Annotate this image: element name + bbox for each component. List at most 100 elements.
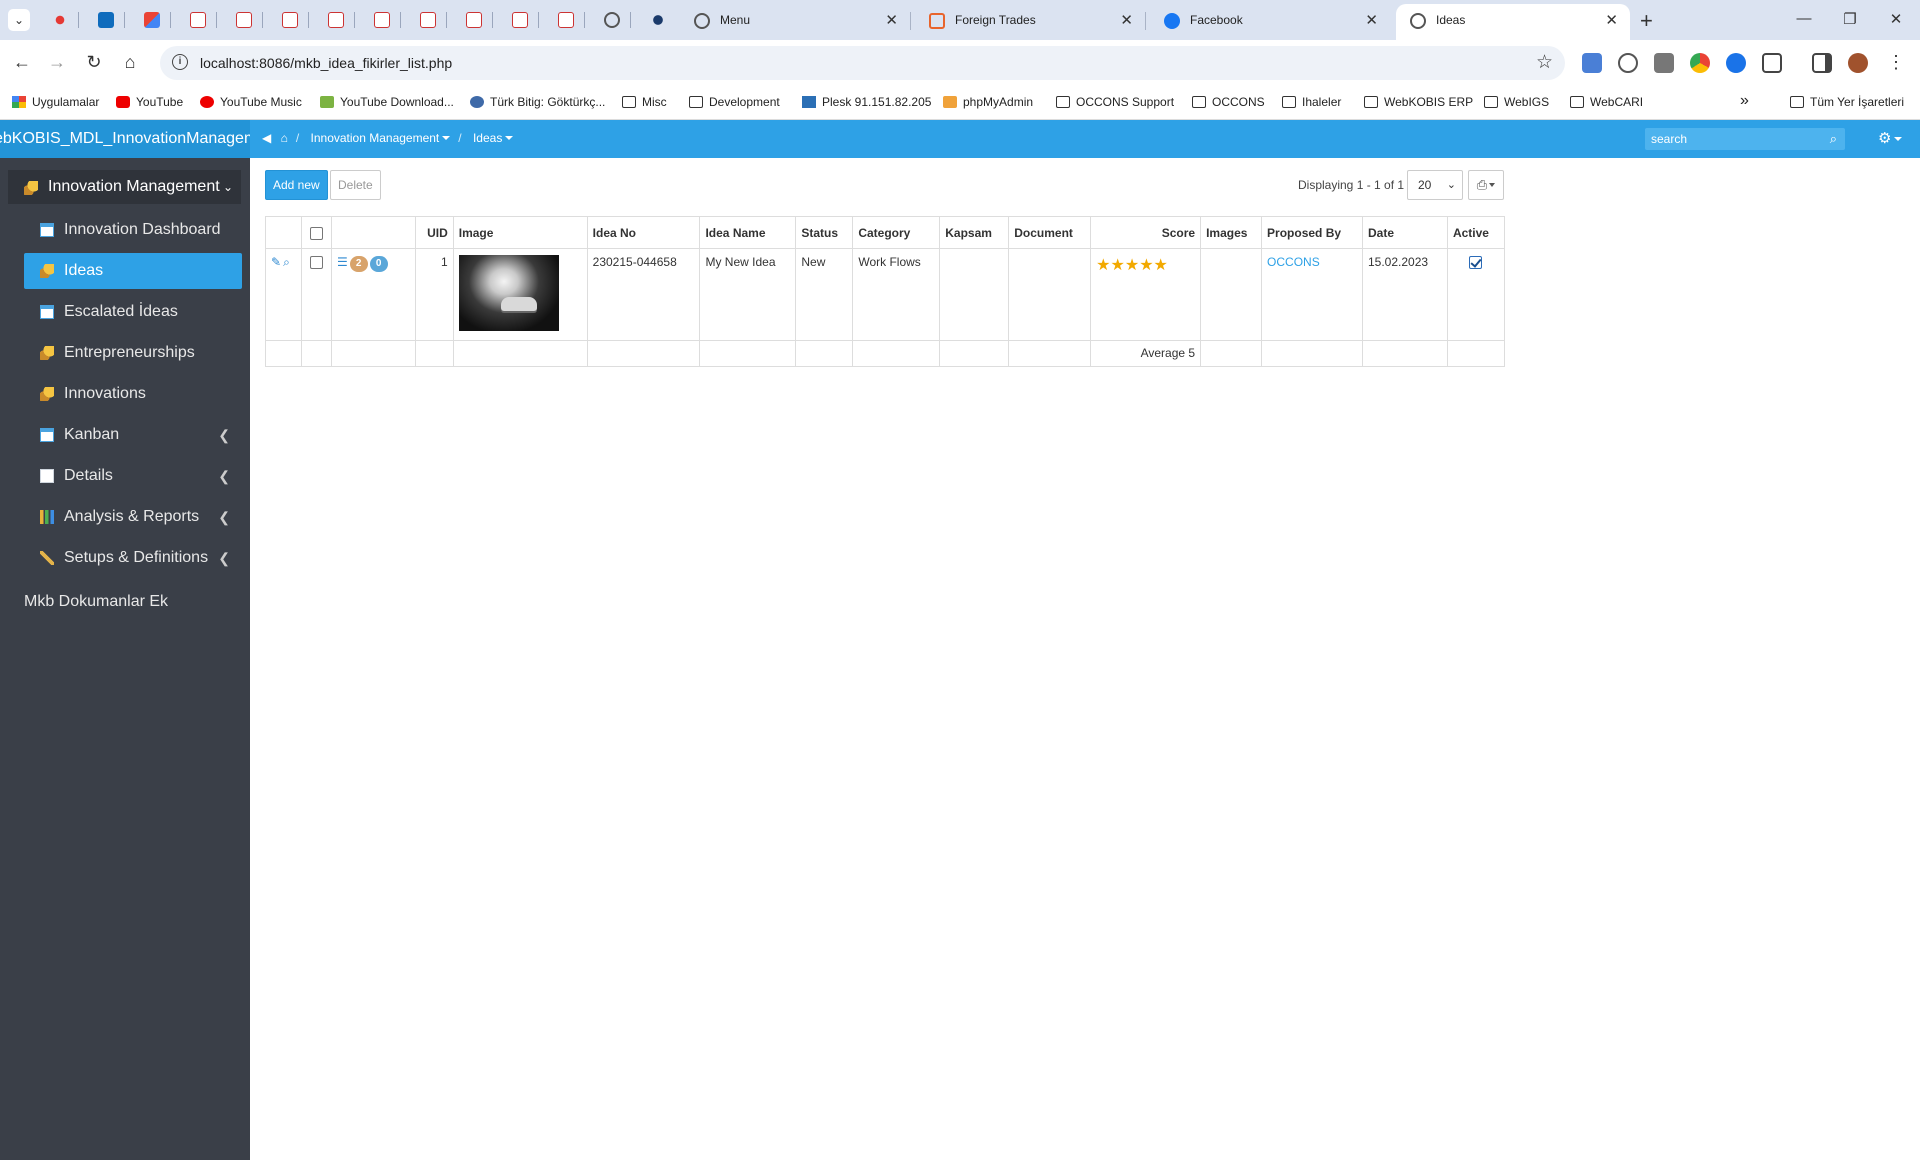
tab-menu[interactable]: Menu ✕ bbox=[680, 0, 911, 40]
pinned-tab[interactable] bbox=[602, 10, 631, 30]
recycle-icon[interactable] bbox=[1618, 53, 1638, 73]
pinned-tab[interactable] bbox=[326, 10, 355, 30]
puzzle-icon[interactable] bbox=[1762, 53, 1782, 73]
tab-facebook[interactable]: Facebook ✕ bbox=[1150, 0, 1390, 40]
sidebar-item-innovation-dashboard[interactable]: Innovation Dashboard bbox=[24, 212, 242, 248]
detail-count-badge[interactable]: 2 bbox=[349, 256, 368, 272]
sidebar-item-mkb-dokumanlar-ek[interactable]: Mkb Dokumanlar Ek bbox=[24, 593, 168, 611]
pinned-tab[interactable] bbox=[418, 10, 447, 30]
close-tab-icon[interactable]: ✕ bbox=[1605, 11, 1618, 29]
column-header-uid[interactable]: UID bbox=[414, 216, 454, 249]
column-header-document[interactable]: Document bbox=[1008, 216, 1092, 249]
address-bar[interactable]: i localhost:8086/mkb_idea_fikirler_list.… bbox=[160, 46, 1565, 80]
reload-icon[interactable]: ↻ bbox=[82, 50, 106, 74]
close-tab-icon[interactable]: ✕ bbox=[885, 11, 898, 29]
link-icon[interactable] bbox=[1726, 53, 1746, 73]
column-header-score[interactable]: Score bbox=[1090, 216, 1202, 249]
app-brand[interactable]: ebKOBIS_MDL_InnovationManagement bbox=[0, 120, 250, 158]
bookmark-item[interactable]: phpMyAdmin bbox=[943, 95, 1033, 109]
bookmark-item[interactable]: Uygulamalar bbox=[12, 95, 99, 109]
tab-search-chevron-icon[interactable]: ⌄ bbox=[8, 9, 30, 31]
sidebar-item-innovations[interactable]: Innovations bbox=[24, 376, 242, 412]
column-header-image[interactable]: Image bbox=[452, 216, 588, 249]
pinned-tab[interactable] bbox=[556, 10, 585, 30]
home-icon[interactable]: ⌂ bbox=[281, 131, 288, 145]
settings-gear-icon[interactable]: ⚙ bbox=[1878, 129, 1903, 147]
pinned-tab[interactable] bbox=[188, 10, 217, 30]
more-menu-icon[interactable]: ⋮ bbox=[1884, 50, 1908, 74]
bookmark-folder[interactable]: Misc bbox=[622, 95, 667, 109]
collapse-sidebar-icon[interactable]: ◀ bbox=[262, 131, 271, 145]
column-header-date[interactable]: Date bbox=[1361, 216, 1448, 249]
close-tab-icon[interactable]: ✕ bbox=[1120, 11, 1133, 29]
bookmark-folder[interactable]: OCCONS bbox=[1192, 95, 1265, 109]
page-size-select[interactable]: 20 ⌄ bbox=[1407, 170, 1463, 200]
column-header-idea-name[interactable]: Idea Name bbox=[699, 216, 797, 249]
sidebar-item-details[interactable]: Details ❮ bbox=[24, 458, 242, 494]
breadcrumb-module[interactable]: Innovation Management bbox=[311, 131, 451, 145]
bookmark-folder[interactable]: OCCONS Support bbox=[1056, 95, 1174, 109]
all-bookmarks-folder[interactable]: Tüm Yer İşaretleri bbox=[1790, 95, 1904, 109]
bookmark-item[interactable]: Plesk 91.151.82.205 bbox=[802, 95, 931, 109]
pinned-tab[interactable] bbox=[510, 10, 539, 30]
bookmark-item[interactable]: YouTube bbox=[116, 95, 183, 109]
sidebar-item-analysis-reports[interactable]: Analysis & Reports ❮ bbox=[24, 499, 242, 535]
list-icon[interactable]: ☰ bbox=[337, 255, 348, 269]
pinned-tab[interactable] bbox=[234, 10, 263, 30]
bookmark-item[interactable]: Türk Bitig: Göktürkç... bbox=[470, 95, 605, 109]
bookmark-item[interactable]: YouTube Music bbox=[200, 95, 302, 109]
column-header-active[interactable]: Active bbox=[1446, 216, 1506, 249]
minimize-icon[interactable]: — bbox=[1794, 10, 1814, 27]
sidebar-item-setups-definitions[interactable]: Setups & Definitions ❮ bbox=[24, 540, 242, 576]
pinned-tab[interactable] bbox=[280, 10, 309, 30]
column-header-images[interactable]: Images bbox=[1200, 216, 1263, 249]
bookmark-folder[interactable]: WebIGS bbox=[1484, 95, 1549, 109]
more-bookmarks-icon[interactable]: » bbox=[1740, 92, 1749, 110]
sidebar-item-kanban[interactable]: Kanban ❮ bbox=[24, 417, 242, 453]
sidebar-item-escalated-ideas[interactable]: Escalated İdeas bbox=[24, 294, 242, 330]
tab-foreign-trades[interactable]: Foreign Trades ✕ bbox=[915, 0, 1146, 40]
sidebar-item-entrepreneurships[interactable]: Entrepreneurships bbox=[24, 335, 242, 371]
bookmark-folder[interactable]: WebCARI bbox=[1570, 95, 1643, 109]
search-input[interactable] bbox=[1651, 131, 1821, 147]
pinned-tab[interactable] bbox=[50, 10, 79, 30]
home-icon[interactable]: ⌂ bbox=[118, 50, 142, 74]
sidebar-group-innovation-management[interactable]: Innovation Management ⌄ bbox=[8, 170, 241, 204]
row-checkbox[interactable] bbox=[309, 256, 323, 270]
delete-button[interactable]: Delete bbox=[330, 170, 381, 200]
breadcrumb-page[interactable]: Ideas bbox=[473, 131, 514, 145]
pinned-tab-outlook[interactable] bbox=[96, 10, 125, 30]
add-new-button[interactable]: Add new bbox=[265, 170, 328, 200]
pinned-tab[interactable] bbox=[372, 10, 401, 30]
search-icon[interactable]: ⌕ bbox=[1830, 131, 1837, 147]
select-all-checkbox[interactable] bbox=[309, 226, 323, 240]
bookmark-folder[interactable]: Ihaleler bbox=[1282, 95, 1341, 109]
translate-icon[interactable] bbox=[1582, 53, 1602, 73]
extension-icon[interactable] bbox=[1654, 53, 1674, 73]
column-header-kapsam[interactable]: Kapsam bbox=[939, 216, 1010, 249]
idea-image-thumbnail[interactable] bbox=[458, 255, 559, 331]
url-text[interactable]: localhost:8086/mkb_idea_fikirler_list.ph… bbox=[200, 55, 452, 71]
restore-icon[interactable]: ❐ bbox=[1840, 10, 1860, 28]
close-window-icon[interactable]: ✕ bbox=[1886, 10, 1906, 28]
new-tab-button[interactable]: + bbox=[1640, 8, 1653, 34]
bookmark-folder[interactable]: WebKOBIS ERP bbox=[1364, 95, 1473, 109]
pinned-tab[interactable] bbox=[464, 10, 493, 30]
color-picker-icon[interactable] bbox=[1690, 53, 1710, 73]
print-button[interactable]: ⎙ bbox=[1468, 170, 1504, 200]
proposed-by-link[interactable]: OCCONS bbox=[1267, 255, 1320, 269]
bookmark-item[interactable]: YouTube Download... bbox=[320, 95, 454, 109]
side-panel-icon[interactable] bbox=[1812, 53, 1832, 73]
avatar[interactable] bbox=[1848, 53, 1868, 73]
edit-pencil-icon[interactable]: ✎ bbox=[271, 255, 281, 269]
bookmark-folder[interactable]: Development bbox=[689, 95, 780, 109]
column-header-category[interactable]: Category bbox=[852, 216, 941, 249]
detail-count-badge[interactable]: 0 bbox=[369, 256, 388, 272]
pinned-tab[interactable] bbox=[648, 10, 668, 30]
tab-ideas[interactable]: Ideas ✕ bbox=[1396, 4, 1630, 40]
sidebar-item-ideas[interactable]: Ideas bbox=[24, 253, 242, 289]
column-header-proposed-by[interactable]: Proposed By bbox=[1261, 216, 1363, 249]
column-header-status[interactable]: Status bbox=[795, 216, 854, 249]
bookmark-star-icon[interactable]: ☆ bbox=[1536, 51, 1553, 74]
forward-icon[interactable]: → bbox=[45, 50, 69, 74]
